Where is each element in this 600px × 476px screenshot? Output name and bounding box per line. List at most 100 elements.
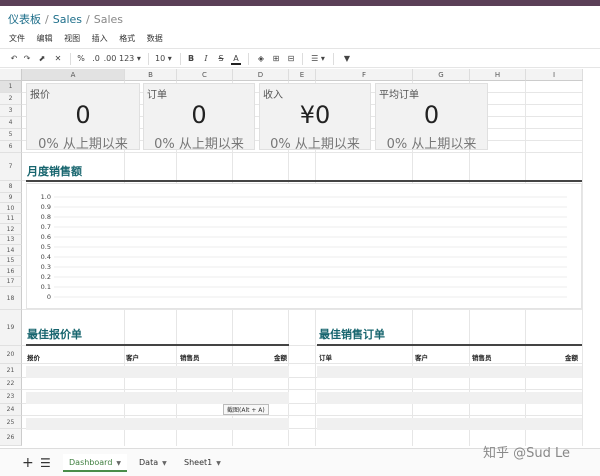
row-header-26[interactable]: 26 (0, 429, 22, 446)
table-row[interactable] (26, 392, 289, 404)
italic-button[interactable]: I (201, 53, 211, 65)
sheet-tab-label: Sheet1 (184, 458, 213, 467)
top-accent-bar (0, 0, 600, 6)
select-all-corner[interactable] (0, 69, 22, 81)
redo-icon[interactable]: ↷ (21, 53, 33, 65)
chevron-down-icon: ▼ (162, 460, 167, 467)
row-header-1[interactable]: 1 (0, 81, 22, 93)
row-header-23[interactable]: 23 (0, 390, 22, 404)
row-header-20[interactable]: 20 (0, 346, 22, 364)
sheet-tab-dashboard[interactable]: Dashboard ▼ (63, 454, 128, 472)
row-header-3[interactable]: 3 (0, 105, 22, 117)
table-row[interactable] (317, 418, 582, 430)
monthly-sales-chart[interactable]: 1.0 0.9 0.8 0.7 0.6 0.5 0.4 0.3 0.2 0.1 0 (26, 183, 582, 309)
y-tick-label: 1.0 (41, 193, 51, 201)
row-header-6[interactable]: 6 (0, 141, 22, 153)
menu-insert[interactable]: 插入 (92, 33, 108, 44)
y-tick-label: 0.3 (41, 263, 51, 271)
row-header-5[interactable]: 5 (0, 129, 22, 141)
column-header-d[interactable]: D (233, 69, 289, 81)
undo-icon[interactable]: ↶ (8, 53, 20, 65)
orders-header-salesperson[interactable]: 销售员 (472, 352, 492, 362)
quotes-header-customer[interactable]: 客户 (126, 352, 139, 362)
breadcrumb-root[interactable]: 仪表板 (8, 13, 41, 26)
column-header-e[interactable]: E (289, 69, 316, 81)
quotes-header-amount[interactable]: 金额 (274, 352, 287, 362)
menu-edit[interactable]: 编辑 (37, 33, 53, 44)
menu-view[interactable]: 视图 (64, 33, 80, 44)
table-row[interactable] (26, 366, 289, 378)
strikethrough-button[interactable]: S (216, 53, 226, 65)
sheet-list-icon[interactable]: ☰ (40, 454, 51, 472)
sheet-tab-label: Data (139, 458, 159, 467)
decrease-decimal-button[interactable]: .0 (90, 53, 102, 65)
font-size-label: 10 (155, 54, 166, 63)
kpi-change: 0% 从上期以来 (154, 137, 244, 152)
orders-header-order[interactable]: 订单 (319, 352, 332, 362)
add-sheet-icon[interactable]: + (22, 454, 34, 472)
column-header-g[interactable]: G (413, 69, 470, 81)
borders-icon[interactable]: ⊞ (270, 53, 282, 65)
number-format-dropdown[interactable]: 123 ▾ (119, 53, 143, 65)
row-header-4[interactable]: 4 (0, 117, 22, 129)
watermark-text: 知乎 @Sud Le (483, 446, 571, 461)
text-color-button[interactable]: A (231, 53, 241, 65)
row-header-11[interactable]: 11 (0, 214, 22, 224)
kpi-label: 平均订单 (379, 90, 419, 101)
clear-format-icon[interactable]: ✕ (52, 53, 64, 65)
quotes-header-quote[interactable]: 报价 (27, 352, 40, 362)
fill-color-icon[interactable]: ◈ (255, 53, 267, 65)
row-header-2[interactable]: 2 (0, 93, 22, 105)
menu-file[interactable]: 文件 (9, 33, 25, 44)
row-header-24[interactable]: 24 (0, 404, 22, 416)
row-header-25[interactable]: 25 (0, 416, 22, 429)
row-header-15[interactable]: 15 (0, 256, 22, 266)
chevron-down-icon: ▼ (216, 460, 221, 467)
font-size-dropdown[interactable]: 10 ▾ (155, 53, 175, 65)
bold-button[interactable]: B (186, 53, 196, 65)
row-header-18[interactable]: 18 (0, 287, 22, 310)
table-row[interactable] (317, 392, 582, 404)
orders-header-amount[interactable]: 金额 (565, 352, 578, 362)
sheet-tab-data[interactable]: Data ▼ (133, 454, 173, 472)
row-header-7[interactable]: 7 (0, 153, 22, 181)
row-header-17[interactable]: 17 (0, 277, 22, 287)
row-header-8[interactable]: 8 (0, 181, 22, 193)
row-header-14[interactable]: 14 (0, 245, 22, 256)
y-tick-label: 0.1 (41, 283, 51, 291)
column-header-c[interactable]: C (177, 69, 233, 81)
row-header-16[interactable]: 16 (0, 266, 22, 277)
quotes-header-salesperson[interactable]: 销售员 (180, 352, 200, 362)
menu-format[interactable]: 格式 (119, 33, 135, 44)
column-header-a[interactable]: A (22, 69, 125, 81)
menu-data[interactable]: 数据 (147, 33, 163, 44)
column-header-b[interactable]: B (125, 69, 177, 81)
table-row[interactable] (26, 418, 289, 430)
align-dropdown[interactable]: ☰ ▾ (308, 53, 328, 65)
kpi-label: 订单 (147, 90, 167, 101)
filter-icon[interactable]: ▼ (341, 53, 353, 65)
column-header-h[interactable]: H (470, 69, 526, 81)
row-header-12[interactable]: 12 (0, 224, 22, 235)
orders-header-customer[interactable]: 客户 (415, 352, 428, 362)
row-header-13[interactable]: 13 (0, 235, 22, 245)
kpi-value: ¥0 (299, 101, 331, 129)
row-header-22[interactable]: 22 (0, 378, 22, 390)
column-header-i[interactable]: I (526, 69, 583, 81)
increase-decimal-button[interactable]: .00 (103, 53, 117, 65)
merge-cells-icon[interactable]: ⊟ (285, 53, 297, 65)
row-header-9[interactable]: 9 (0, 193, 22, 203)
percent-format-button[interactable]: % (76, 53, 86, 65)
row-header-10[interactable]: 10 (0, 203, 22, 214)
breadcrumb-parent[interactable]: Sales (53, 13, 82, 26)
toolbar: ↶ ↷ ⬈ ✕ % .0 .00 123 ▾ 10 ▾ B I S A ◈ ⊞ … (0, 48, 600, 68)
row-header-19[interactable]: 19 (0, 310, 22, 346)
sheet-tab-sheet1[interactable]: Sheet1 ▼ (178, 454, 227, 472)
column-header-f[interactable]: F (316, 69, 413, 81)
table-row[interactable] (317, 366, 582, 378)
paint-format-icon[interactable]: ⬈ (36, 53, 48, 65)
chevron-down-icon: ▾ (136, 54, 141, 63)
breadcrumb-separator: / (45, 13, 49, 26)
row-header-21[interactable]: 21 (0, 364, 22, 378)
kpi-value: 0 (423, 101, 440, 129)
